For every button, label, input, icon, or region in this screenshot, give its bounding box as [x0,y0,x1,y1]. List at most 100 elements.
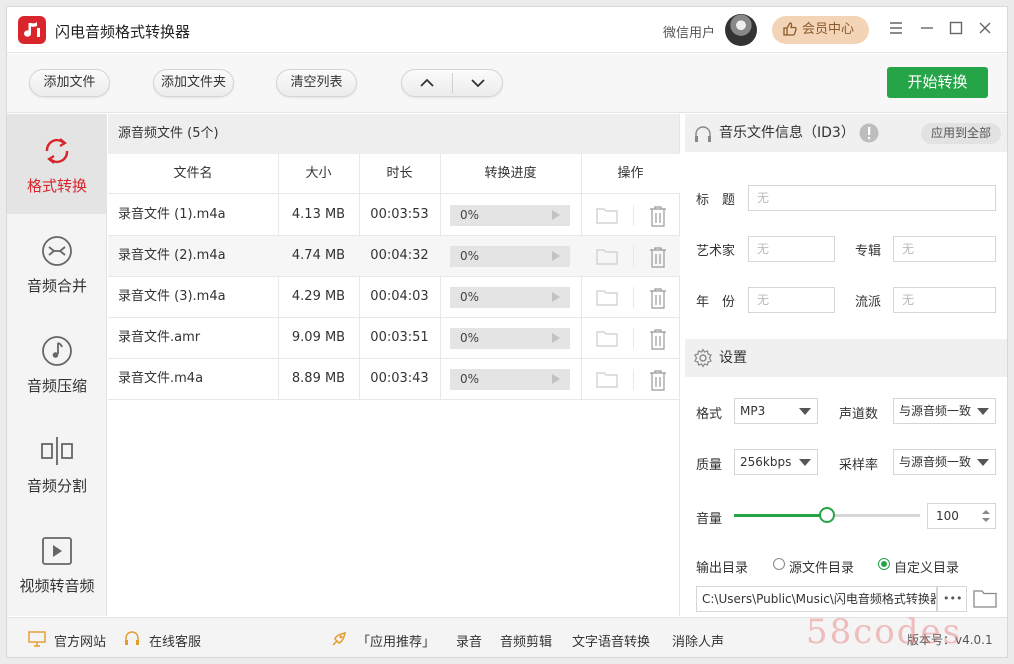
settings-title: 设置 [719,350,747,366]
custom-dir-label[interactable]: 自定义目录 [894,557,959,576]
apply-to-all-button[interactable]: 应用到全部 [921,123,1001,144]
quality-label: 质量 [696,458,723,473]
output-path-input[interactable]: C:\Users\Public\Music\闪电音频格式转换器 [696,586,937,612]
file-name: 录音文件 (3).m4a [118,289,226,304]
volume-slider[interactable] [734,507,920,523]
close-icon[interactable] [976,19,994,37]
file-list: 源音频文件 (5个) 文件名 大小 时长 转换进度 操作 录音文件 (1).m4… [108,114,680,616]
album-input[interactable]: 无 [893,236,996,262]
file-duration: 00:04:32 [370,248,429,263]
vocal-remove-link[interactable]: 消除人声 [672,631,724,650]
artist-label: 艺术家 [696,244,736,259]
column-header-actions: 操作 [581,154,680,194]
table-row[interactable]: 录音文件 (1).m4a 4.13 MB 00:03:53 0% [108,195,680,236]
headphones-icon [695,126,711,142]
minimize-icon[interactable] [918,19,936,37]
custom-dir-radio[interactable] [878,558,890,570]
tts-link[interactable]: 文字语音转换 [572,631,650,650]
format-select[interactable]: MP3 [734,398,818,424]
online-support-link[interactable]: 在线客服 [149,631,201,650]
add-folder-button[interactable]: 添加文件夹 [153,69,234,97]
sidebar-item-audio-compress[interactable]: 音频压缩 [7,314,107,414]
table-row[interactable]: 录音文件.amr 9.09 MB 00:03:51 0% [108,318,680,359]
trash-icon[interactable] [648,246,668,268]
quality-value: 256kbps [740,455,792,469]
move-down-button[interactable] [453,70,503,96]
user-name[interactable]: 微信用户 [663,22,715,41]
avatar[interactable] [725,14,757,46]
source-dir-label[interactable]: 源文件目录 [789,557,854,576]
start-convert-button[interactable]: 开始转换 [887,67,988,98]
music-note-icon [42,336,72,366]
info-icon[interactable] [859,123,879,143]
volume-value: 100 [936,509,959,523]
volume-slider-handle[interactable] [819,507,835,523]
file-name: 录音文件 (1).m4a [118,207,226,222]
file-size: 4.29 MB [291,289,346,304]
open-folder-icon[interactable] [596,288,618,306]
year-input[interactable]: 无 [748,287,835,313]
app-recommend-label: 「应用推荐」 [357,635,436,650]
app-logo-icon [18,16,46,44]
format-value: MP3 [740,404,766,418]
official-website-link[interactable]: 官方网站 [54,631,106,650]
split-icon [41,437,73,465]
table-row[interactable]: 录音文件.m4a 8.89 MB 00:03:43 0% [108,359,680,400]
divider [633,246,634,267]
play-icon [552,292,560,302]
volume-slider-fill [734,514,827,517]
chevron-down-icon [799,408,811,415]
clear-list-button[interactable]: 清空列表 [276,69,357,97]
samplerate-select[interactable]: 与源音频一致 [893,449,996,475]
app-window: 闪电音频格式转换器 微信用户 会员中心 添加文件 添加文件夹 清空列表 开始转换… [6,6,1008,658]
file-name: 录音文件 (2).m4a [118,248,226,263]
maximize-icon[interactable] [947,19,965,37]
menu-icon[interactable] [887,19,905,37]
monitor-icon [28,631,46,647]
genre-label: 流派 [855,295,882,310]
stepper-icon[interactable] [981,508,991,524]
browse-more-button[interactable]: ••• [937,586,967,612]
divider [633,328,634,349]
sidebar-item-audio-merge[interactable]: 音频合并 [7,214,107,314]
trash-icon[interactable] [648,328,668,350]
progress-text: 0% [460,290,480,304]
open-folder-icon[interactable] [596,370,618,388]
open-folder-icon[interactable] [596,206,618,224]
vip-center-button[interactable]: 会员中心 [772,16,869,44]
toolbar: 添加文件 添加文件夹 清空列表 开始转换 [7,54,1007,113]
table-row[interactable]: 录音文件 (2).m4a 4.74 MB 00:04:32 0% [108,236,680,277]
file-list-title: 源音频文件 (5个) [108,114,679,154]
settings-header: 设置 [685,339,1007,377]
table-row[interactable]: 录音文件 (3).m4a 4.29 MB 00:04:03 0% [108,277,680,318]
genre-input[interactable]: 无 [893,287,996,313]
progress-bar: 0% [450,369,570,390]
column-header-progress: 转换进度 [440,154,581,194]
chevron-up-icon [420,78,434,87]
volume-input[interactable]: 100 [927,503,996,529]
add-file-button[interactable]: 添加文件 [29,69,110,97]
sidebar-item-video-to-audio[interactable]: 视频转音频 [7,514,107,614]
title-input[interactable]: 无 [748,185,996,211]
move-up-button[interactable] [402,70,452,96]
folder-icon[interactable] [973,588,997,608]
play-icon [552,251,560,261]
watermark: 58codes [806,612,963,652]
open-folder-icon[interactable] [596,247,618,265]
progress-text: 0% [460,372,480,386]
source-dir-radio[interactable] [773,558,785,570]
sidebar-item-audio-split[interactable]: 音频分割 [7,414,107,514]
video-play-icon [42,537,72,565]
trash-icon[interactable] [648,205,668,227]
recorder-link[interactable]: 录音 [456,631,482,650]
play-icon [552,210,560,220]
channels-select[interactable]: 与源音频一致 [893,398,996,424]
sidebar-item-format-convert[interactable]: 格式转换 [7,114,107,214]
audio-edit-link[interactable]: 音频剪辑 [500,631,552,650]
open-folder-icon[interactable] [596,329,618,347]
artist-input[interactable]: 无 [748,236,835,262]
column-header-duration: 时长 [359,154,440,194]
quality-select[interactable]: 256kbps [734,449,818,475]
trash-icon[interactable] [648,287,668,309]
trash-icon[interactable] [648,369,668,391]
